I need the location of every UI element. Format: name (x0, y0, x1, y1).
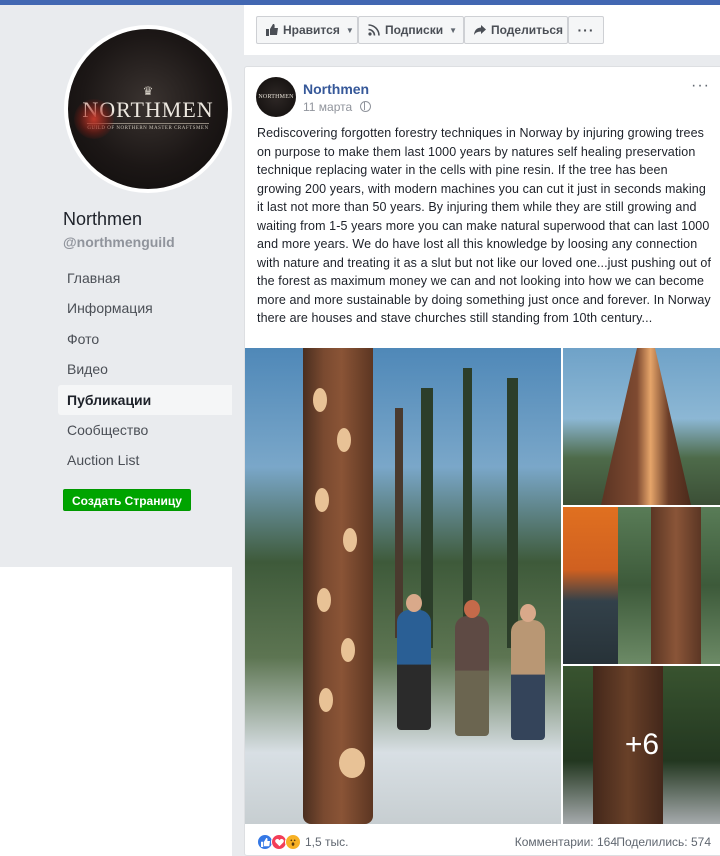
reaction-count[interactable]: 1,5 тыс. (305, 835, 348, 849)
bark-scar (341, 638, 355, 662)
bark-scar (337, 428, 351, 452)
page-action-bar: Нравится ▼ Подписки ▼ Поделиться ··· (244, 5, 720, 55)
cut-pine-trunk (601, 348, 691, 505)
post-body-text: Rediscovering forgotten forestry techniq… (257, 126, 712, 325)
bark-scar (339, 748, 365, 778)
like-page-button[interactable]: Нравится ▼ (256, 16, 358, 44)
post-options-button[interactable]: ··· (691, 77, 710, 95)
post-photo-2[interactable] (563, 348, 720, 505)
comments-count[interactable]: Комментарии: 164 (515, 835, 617, 849)
share-button[interactable]: Поделиться (464, 16, 568, 44)
sidebar-blank-area (0, 567, 232, 856)
chevron-down-icon: ▼ (449, 25, 458, 35)
bark-scar (343, 528, 357, 552)
scarred-pine-trunk (651, 507, 701, 664)
post-photo-4[interactable]: +6 (563, 666, 720, 824)
bark-scar (317, 588, 331, 612)
person-blue-jacket (397, 594, 431, 730)
person-red-cap (455, 600, 489, 736)
globe-icon (360, 101, 371, 112)
post-card: NORTHMEN Northmen 11 марта ··· Rediscove… (244, 66, 720, 856)
post-reactions-bar: 1,5 тыс. Комментарии: 164 Поделились: 57… (245, 829, 720, 855)
bark-scar (313, 388, 327, 412)
nav-item-posts[interactable]: Публикации (58, 384, 232, 415)
thumbs-up-icon (266, 24, 278, 36)
rss-feed-icon (368, 24, 380, 36)
person-tan-vest (511, 604, 545, 740)
bark-scar (315, 488, 329, 512)
nav-item-about[interactable]: Информация (58, 293, 232, 323)
follow-button[interactable]: Подписки ▼ (358, 16, 464, 44)
share-arrow-icon (474, 24, 486, 36)
worker-orange-jacket (563, 507, 618, 664)
post-photo-main[interactable] (245, 348, 561, 824)
wow-reaction-icon[interactable] (285, 834, 301, 850)
page-title[interactable]: Northmen (63, 209, 142, 230)
nav-item-videos[interactable]: Видео (58, 354, 232, 384)
nav-item-community[interactable]: Сообщество (58, 415, 232, 445)
page-nav: Главная Информация Фото Видео Публикации… (58, 263, 232, 476)
post-photo-3[interactable] (563, 507, 720, 664)
post-timestamp[interactable]: 11 марта (303, 100, 352, 114)
background-tree (507, 378, 518, 648)
create-page-button[interactable]: Создать Страницу (63, 489, 191, 511)
background-tree (421, 388, 433, 648)
more-photos-overlay[interactable]: +6 (563, 666, 720, 824)
background-tree (395, 408, 403, 638)
forge-glow (74, 99, 114, 139)
follow-label: Подписки (385, 23, 444, 37)
bark-scar (319, 688, 333, 712)
nav-item-photos[interactable]: Фото (58, 324, 232, 354)
nav-item-auction-list[interactable]: Auction List (58, 445, 232, 475)
injured-pine-trunk (303, 348, 373, 824)
person-head (464, 600, 480, 618)
northmen-logo: ♛ NORTHMEN GUILD OF NORTHERN MASTER CRAF… (68, 29, 228, 189)
post-author-avatar[interactable]: NORTHMEN (256, 77, 296, 117)
person-head (520, 604, 536, 622)
nav-item-home[interactable]: Главная (58, 263, 232, 293)
share-label: Поделиться (491, 23, 564, 37)
post-author-name[interactable]: Northmen (303, 81, 369, 97)
person-head (406, 594, 422, 612)
like-page-label: Нравится (283, 23, 340, 37)
page-profile-picture[interactable]: ♛ NORTHMEN GUILD OF NORTHERN MASTER CRAF… (64, 25, 232, 193)
avatar-logo-text: NORTHMEN (258, 94, 294, 100)
page-username[interactable]: @northmenguild (63, 234, 175, 250)
more-options-button[interactable]: ··· (568, 16, 604, 44)
chevron-down-icon: ▼ (345, 25, 354, 35)
shares-count[interactable]: Поделились: 574 (616, 835, 711, 849)
crown-icon: ♛ (142, 84, 154, 98)
page-sidebar: ♛ NORTHMEN GUILD OF NORTHERN MASTER CRAF… (0, 5, 232, 567)
